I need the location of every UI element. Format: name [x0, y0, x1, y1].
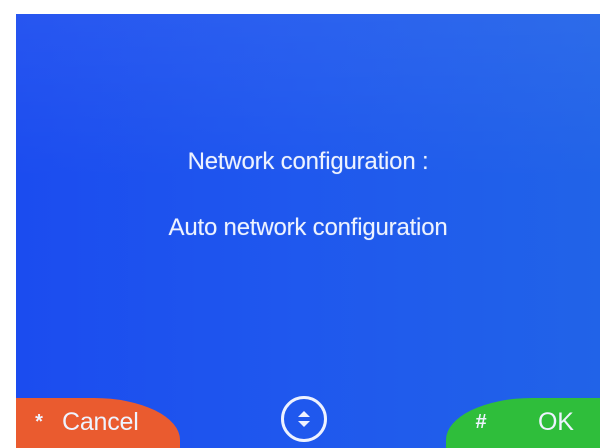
display-screen: Network configuration : Auto network con…: [16, 0, 600, 448]
ok-softkey[interactable]: # OK: [446, 398, 600, 448]
network-configuration-title: Network configuration :: [187, 148, 429, 175]
up-down-arrows-icon[interactable]: [281, 396, 327, 442]
device-frame: Network configuration : Auto network con…: [0, 0, 600, 448]
cancel-softkey[interactable]: * Cancel: [16, 398, 180, 448]
network-configuration-value[interactable]: Auto network configuration: [16, 214, 600, 242]
hash-key-icon: #: [475, 411, 487, 433]
ok-label: OK: [538, 408, 574, 436]
top-bezel: [16, 0, 600, 14]
star-key-icon: *: [35, 411, 43, 433]
cancel-label: Cancel: [62, 408, 139, 436]
